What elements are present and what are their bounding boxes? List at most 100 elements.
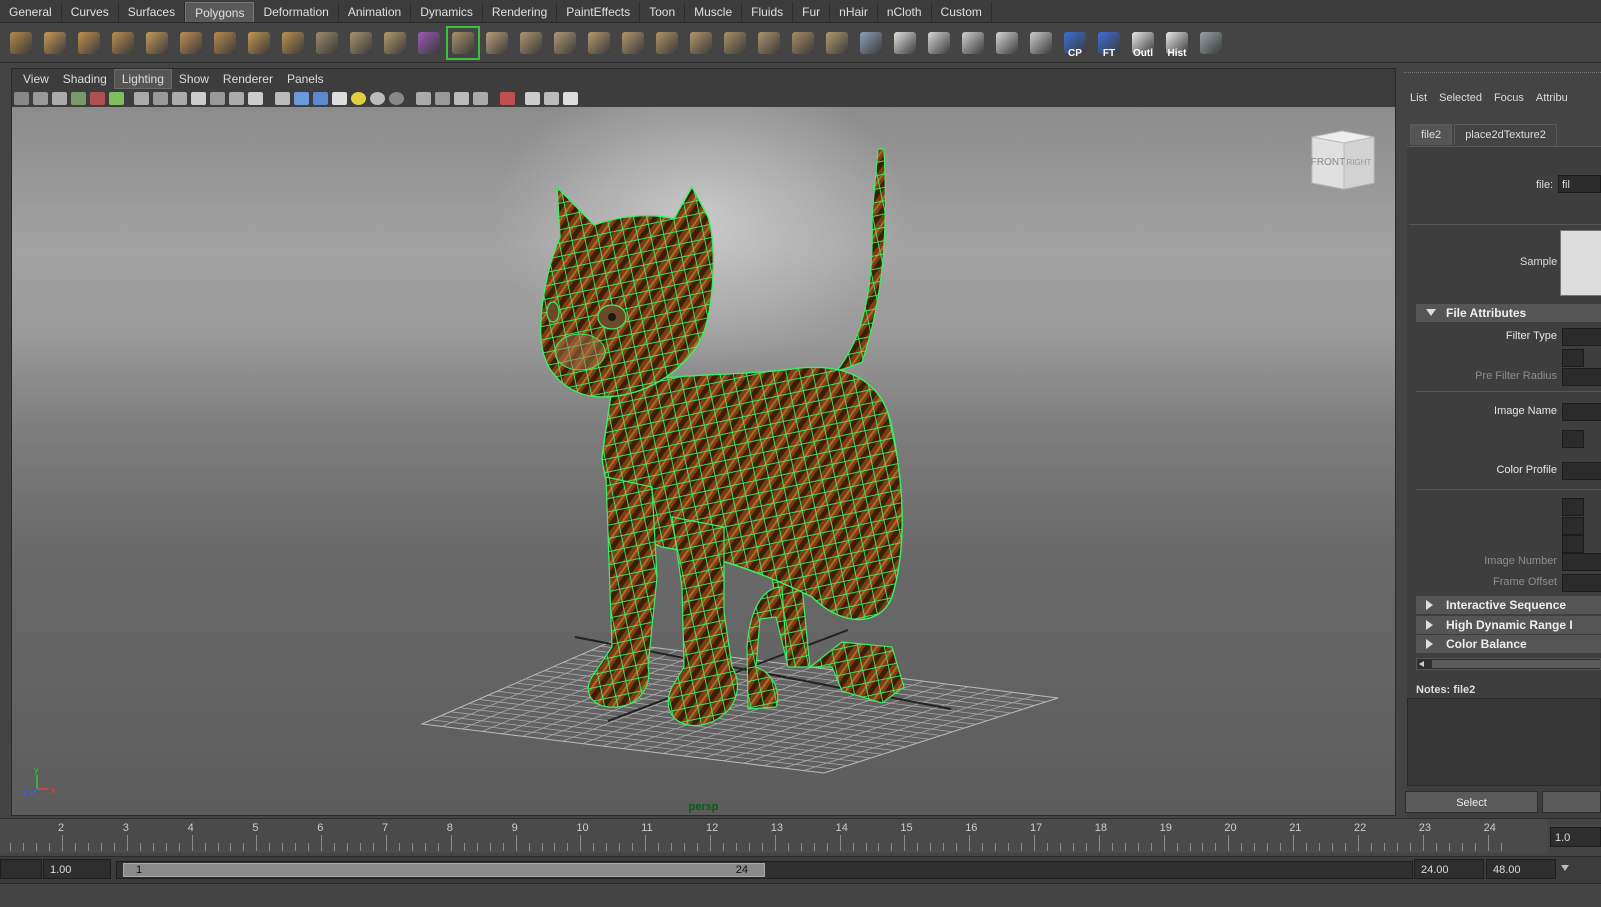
- checker-board-icon[interactable]: [1026, 28, 1056, 58]
- attribute-tab-place2dtexture2[interactable]: place2dTexture2: [1454, 124, 1557, 145]
- history-icon[interactable]: Hist: [1162, 28, 1192, 59]
- motion-blur-icon[interactable]: [416, 91, 431, 105]
- frame-offset-field[interactable]: [1562, 574, 1601, 592]
- panel-menu-show[interactable]: Show: [172, 70, 216, 88]
- bookmark-icon[interactable]: [52, 91, 67, 105]
- frame-interactive-sequence[interactable]: Interactive Sequence: [1416, 596, 1601, 614]
- extrude-icon[interactable]: [414, 28, 444, 58]
- use-frame-extension-checkbox[interactable]: [1562, 517, 1584, 535]
- wireframe-icon[interactable]: [275, 91, 290, 105]
- cylindrical-mapping-icon[interactable]: [754, 28, 784, 58]
- file-name-field[interactable]: fil: [1558, 175, 1601, 193]
- safe-action-icon[interactable]: [229, 91, 244, 105]
- planar-mapping-icon[interactable]: [720, 28, 750, 58]
- current-frame-field[interactable]: 1.0: [1550, 827, 1601, 847]
- panel-menu-shading[interactable]: Shading: [56, 70, 114, 88]
- select-camera-icon[interactable]: [14, 91, 29, 105]
- automatic-mapping-icon[interactable]: [822, 28, 852, 58]
- shelf-tab-polygons[interactable]: Polygons: [185, 2, 255, 22]
- safe-title-icon[interactable]: [248, 91, 263, 105]
- use-image-sequence-checkbox[interactable]: [1562, 498, 1584, 516]
- textured-icon[interactable]: [332, 91, 347, 105]
- shelf-tab-ncloth[interactable]: nCloth: [878, 2, 932, 22]
- smooth-shade-icon[interactable]: [294, 91, 309, 105]
- panel-drag-handle[interactable]: [1404, 72, 1601, 79]
- range-slider-handle[interactable]: 1 24: [123, 863, 765, 877]
- view-cube-front-label[interactable]: FRONT: [1311, 157, 1345, 168]
- scrollbar-thumb[interactable]: [1432, 660, 1600, 668]
- shelf-tab-dynamics[interactable]: Dynamics: [411, 2, 483, 22]
- image-name-field[interactable]: [1562, 403, 1601, 421]
- checker-uv-icon[interactable]: [890, 28, 920, 58]
- outliner-icon[interactable]: Outl: [1128, 28, 1158, 59]
- checker-unfold-icon[interactable]: [992, 28, 1022, 58]
- load-attributes-button[interactable]: [1542, 791, 1601, 813]
- time-slider[interactable]: 2 3 4 5 6 7 8 9 10 11 12 13 14 15 16 17 18 19 20 21 22 23 24: [0, 818, 1548, 853]
- panel-menu-view[interactable]: View: [16, 70, 56, 88]
- merge-vertex-icon[interactable]: [618, 28, 648, 58]
- shelf-tab-toon[interactable]: Toon: [640, 2, 686, 22]
- wireframe-on-shaded-icon[interactable]: [313, 91, 328, 105]
- bevel-icon[interactable]: [584, 28, 614, 58]
- shelf-tab-painteffects[interactable]: PaintEffects: [557, 2, 641, 22]
- image-plane-icon[interactable]: [71, 91, 86, 105]
- fill-hole-icon[interactable]: [686, 28, 716, 58]
- filter-type-dropdown[interactable]: [1562, 328, 1601, 346]
- combine-icon[interactable]: [312, 28, 342, 58]
- shelf-tab-rendering[interactable]: Rendering: [483, 2, 558, 22]
- playback-end-field[interactable]: 24.00: [1414, 859, 1484, 879]
- hud-icon[interactable]: [563, 91, 578, 105]
- depth-of-field-icon[interactable]: [454, 91, 469, 105]
- attribute-menu-attribu[interactable]: Attribu: [1530, 92, 1574, 108]
- uv-snapshot-icon[interactable]: [856, 28, 886, 58]
- poly-plane-icon[interactable]: [142, 28, 172, 58]
- attribute-menu-focus[interactable]: Focus: [1488, 92, 1530, 108]
- center-pivot-icon[interactable]: CP: [1060, 28, 1090, 59]
- poly-pipe-icon[interactable]: [244, 28, 274, 58]
- horizontal-scrollbar[interactable]: [1416, 658, 1601, 670]
- gate-mask-icon[interactable]: [191, 91, 206, 105]
- poly-cone-icon[interactable]: [108, 28, 138, 58]
- attribute-tab-file2[interactable]: file2: [1410, 124, 1453, 145]
- xray-joints-icon[interactable]: [525, 91, 540, 105]
- shelf-tab-animation[interactable]: Animation: [339, 2, 412, 22]
- frame-file-attributes[interactable]: File Attributes: [1416, 304, 1601, 322]
- layer-icon[interactable]: [1196, 28, 1226, 58]
- smooth-icon[interactable]: [380, 28, 410, 58]
- poly-cylinder-icon[interactable]: [74, 28, 104, 58]
- poly-pyramid-icon[interactable]: [210, 28, 240, 58]
- poly-soccer-ball-icon[interactable]: [278, 28, 308, 58]
- resolution-gate-icon[interactable]: [172, 91, 187, 105]
- split-polygon-icon[interactable]: [550, 28, 580, 58]
- film-gate-icon[interactable]: [153, 91, 168, 105]
- panel-menu-renderer[interactable]: Renderer: [216, 70, 280, 88]
- poly-torus-icon[interactable]: [176, 28, 206, 58]
- image-number-field[interactable]: [1562, 553, 1601, 571]
- shelf-tab-muscle[interactable]: Muscle: [685, 2, 743, 22]
- delete-edge-icon[interactable]: [652, 28, 682, 58]
- shelf-tab-nhair[interactable]: nHair: [830, 2, 878, 22]
- use-all-lights-icon[interactable]: [351, 91, 366, 105]
- reload-button[interactable]: [1562, 430, 1584, 448]
- bridge-icon[interactable]: [446, 25, 480, 60]
- checker-warp-icon[interactable]: [958, 28, 988, 58]
- field-chart-icon[interactable]: [210, 91, 225, 105]
- poly-sphere-icon[interactable]: [6, 28, 36, 58]
- freeze-transform-icon[interactable]: FT: [1094, 28, 1124, 59]
- notes-textarea[interactable]: [1407, 698, 1601, 786]
- checker-tile-icon[interactable]: [924, 28, 954, 58]
- shelf-tab-surfaces[interactable]: Surfaces: [119, 2, 186, 22]
- shelf-tab-general[interactable]: General: [0, 2, 62, 22]
- xray-icon[interactable]: [500, 91, 515, 105]
- attribute-menu-selected[interactable]: Selected: [1433, 92, 1488, 108]
- cat-model[interactable]: [539, 148, 905, 727]
- xray-active-components-icon[interactable]: [544, 91, 559, 105]
- chevron-down-icon[interactable]: [1561, 865, 1569, 871]
- grease-pencil-icon[interactable]: [109, 91, 124, 105]
- insert-edge-loop-icon[interactable]: [516, 28, 546, 58]
- animation-end-field[interactable]: 48.00: [1486, 859, 1556, 879]
- separate-icon[interactable]: [346, 28, 376, 58]
- perspective-viewport[interactable]: FRONT RIGHT y x z persp: [12, 107, 1395, 815]
- camera-attributes-icon[interactable]: [33, 91, 48, 105]
- shadows-icon[interactable]: [370, 91, 385, 105]
